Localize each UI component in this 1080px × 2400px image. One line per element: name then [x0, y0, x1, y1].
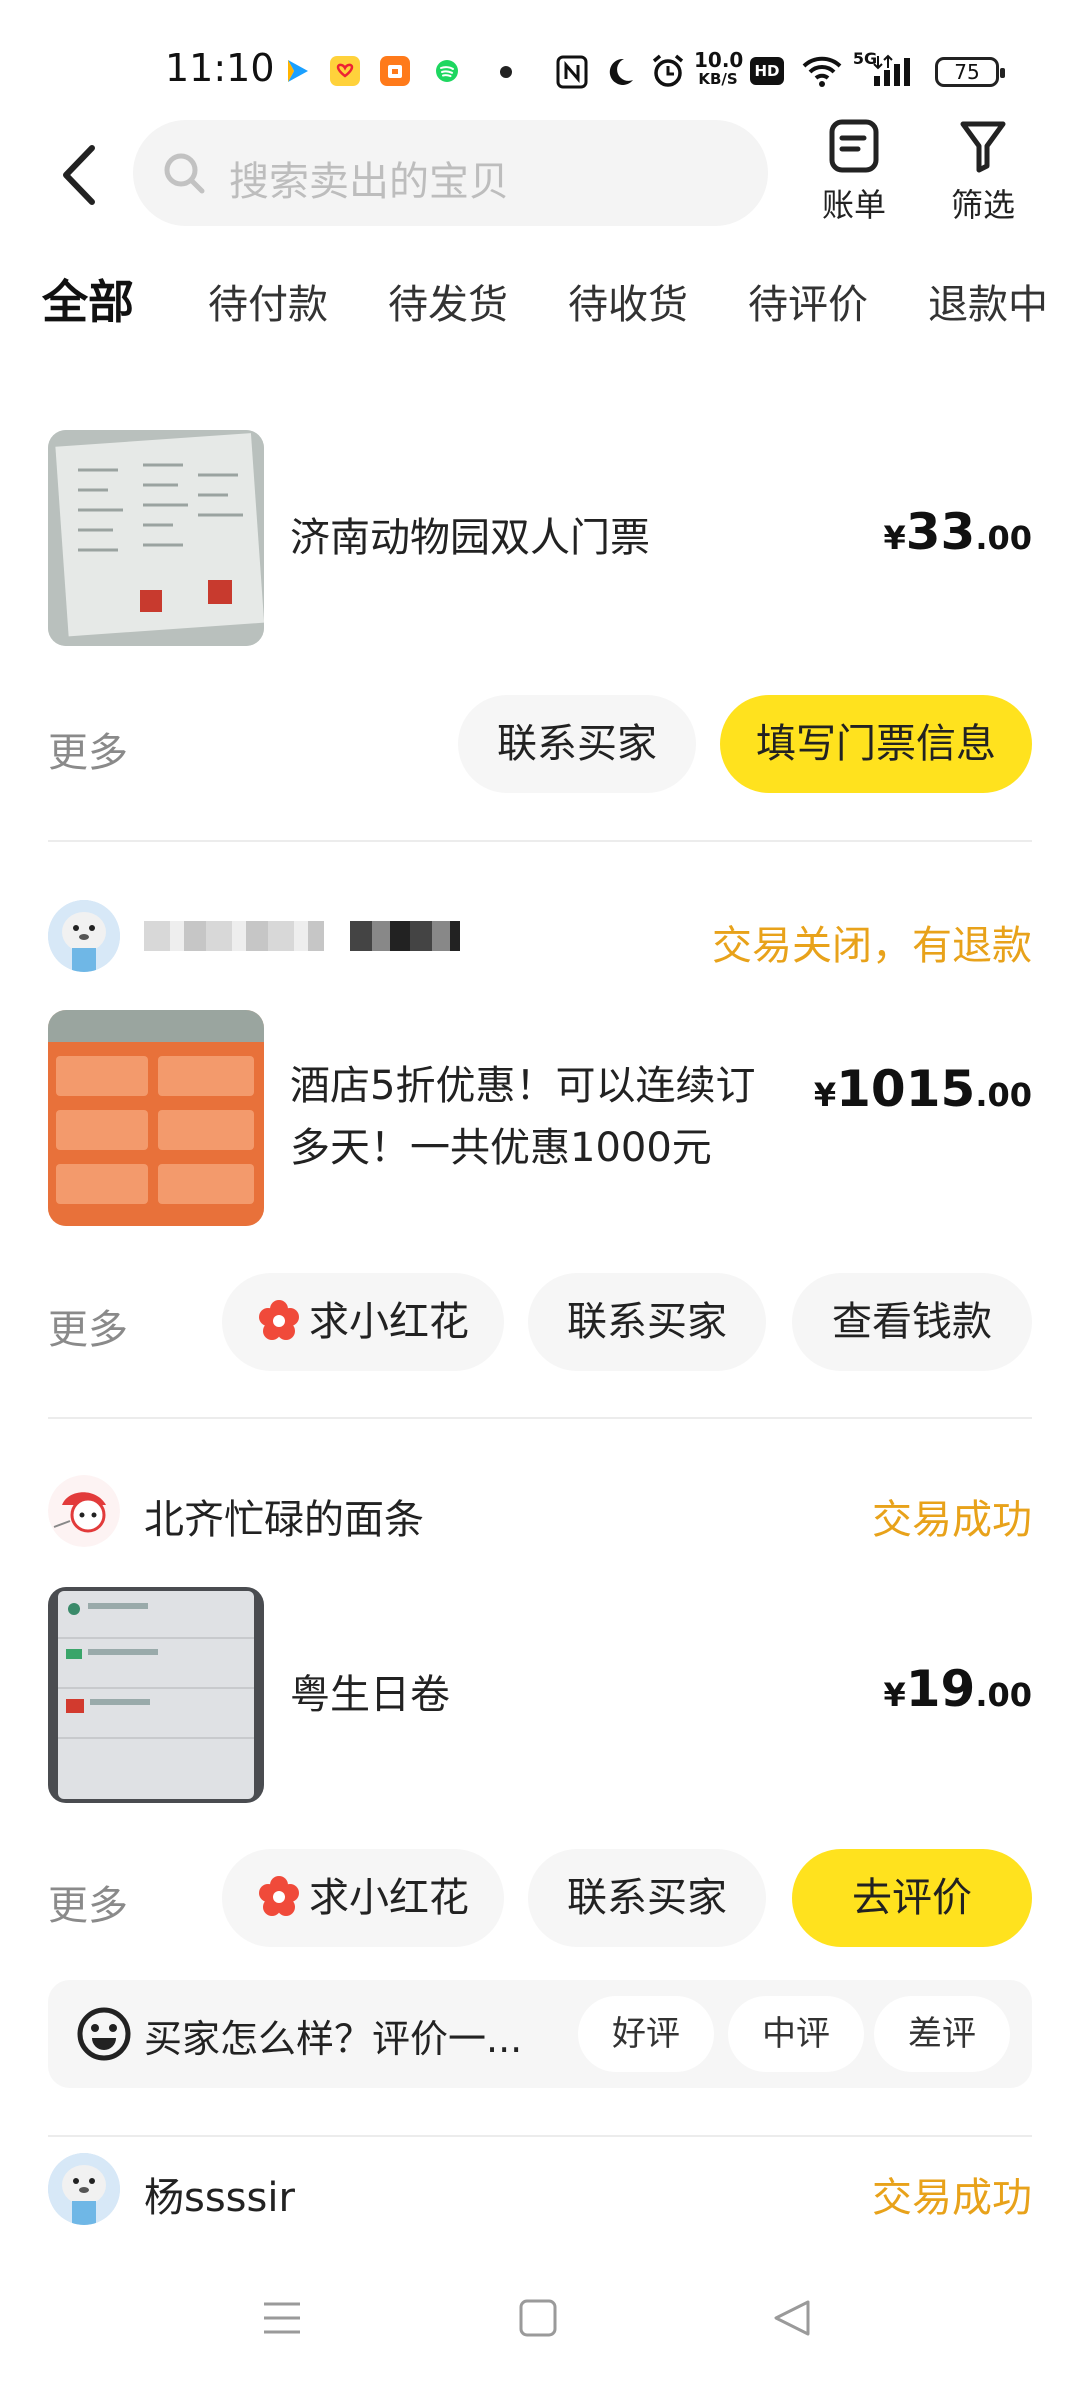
view-payment-button[interactable]: 查看钱款 [792, 1273, 1032, 1371]
price-integer: 1015 [836, 1060, 976, 1118]
product-title-line2[interactable]: 多天！一共优惠1000元 [290, 1117, 712, 1179]
contact-buyer-button[interactable]: 联系买家 [458, 695, 696, 793]
product-price: ¥19.00 [883, 1660, 1032, 1718]
request-flower-button[interactable]: 求小红花 [222, 1273, 504, 1371]
back-button[interactable] [56, 140, 104, 210]
product-image[interactable] [48, 1587, 264, 1803]
seller-name[interactable]: 北齐忙碌的面条 [144, 1487, 424, 1545]
product-image[interactable] [48, 1010, 264, 1226]
red-flower-icon [259, 1876, 299, 1916]
seller-name[interactable]: 杨ssssir [144, 2165, 295, 2223]
price-integer: 19 [905, 1660, 976, 1718]
filter-icon [960, 121, 1006, 173]
seller-avatar[interactable] [48, 900, 120, 972]
go-review-button[interactable]: 去评价 [792, 1849, 1032, 1947]
price-decimal: .00 [975, 1676, 1032, 1714]
request-flower-label: 求小红花 [309, 1299, 469, 1345]
price-symbol: ¥ [883, 1676, 906, 1714]
order-tabs: 全部 待付款 待发货 待收货 待评价 退款中 [0, 262, 1080, 342]
moon-icon [604, 55, 636, 93]
battery-indicator: 75 [935, 57, 1005, 87]
tab-pending-review[interactable]: 待评价 [748, 272, 868, 330]
happy-face-icon [77, 2007, 131, 2061]
tab-pending-shipment[interactable]: 待发货 [388, 272, 508, 330]
alarm-icon [650, 53, 686, 93]
rate-prompt: 买家怎么样？评价一... [144, 2017, 523, 2061]
product-price: ¥1015.00 [814, 1060, 1032, 1118]
status-bar: 11:10 10.0 KB/S HD 5G 75 [0, 0, 1080, 110]
price-symbol: ¥ [883, 519, 906, 557]
tab-refunding[interactable]: 退款中 [928, 272, 1048, 330]
order-list: 济南动物园双人门票 ¥33.00 更多 联系买家 填写门票信息 交易关闭，有退款… [0, 355, 1080, 2260]
divider [48, 2135, 1032, 2137]
app-notification-icon [330, 56, 360, 86]
bill-button[interactable]: 账单 [806, 118, 902, 226]
product-image[interactable] [48, 430, 264, 646]
app-notification-icon [282, 56, 312, 86]
request-flower-label: 求小红花 [309, 1875, 469, 1921]
status-time: 11:10 [165, 46, 275, 90]
signal-icon [872, 54, 922, 92]
order-status: 交易关闭，有退款 [712, 923, 1032, 969]
contact-buyer-button[interactable]: 联系买家 [528, 1273, 766, 1371]
net-speed-value: 10.0 [694, 48, 744, 72]
price-symbol: ¥ [813, 1076, 837, 1114]
price-decimal: .00 [975, 1076, 1032, 1114]
app-notification-icon [380, 56, 410, 86]
seller-avatar[interactable] [48, 1475, 120, 1547]
seller-name-blurred [144, 921, 324, 951]
tab-pending-payment[interactable]: 待付款 [208, 272, 328, 330]
order-status: 交易成功 [872, 1497, 1032, 1543]
tab-pending-receipt[interactable]: 待收货 [568, 272, 688, 330]
hd-badge: HD [750, 57, 784, 85]
price-decimal: .00 [975, 519, 1032, 557]
seller-avatar[interactable] [48, 2153, 120, 2225]
product-title-line1[interactable]: 酒店5折优惠！可以连续订 [290, 1055, 755, 1117]
more-link[interactable]: 更多 [48, 1297, 128, 1355]
filter-label: 筛选 [950, 186, 1015, 224]
hd-label: HD [754, 62, 780, 80]
search-icon [161, 150, 207, 196]
order-status: 交易成功 [872, 2175, 1032, 2221]
app-notification-icon [432, 56, 462, 86]
red-flower-icon [259, 1300, 299, 1340]
home-icon[interactable] [518, 2298, 558, 2342]
product-title[interactable]: 济南动物园双人门票 [290, 507, 650, 569]
divider [48, 840, 1032, 842]
product-title[interactable]: 粤生日卷 [290, 1664, 450, 1726]
search-bar[interactable]: 搜索卖出的宝贝 [133, 120, 768, 226]
product-price: ¥33.00 [883, 503, 1032, 561]
rate-good-button[interactable]: 好评 [578, 1996, 714, 2072]
more-link[interactable]: 更多 [48, 720, 128, 778]
rate-buyer-bar: 买家怎么样？评价一... 好评 中评 差评 [48, 1980, 1032, 2088]
notification-dot [500, 66, 512, 78]
system-nav-bar [0, 2262, 1080, 2400]
search-placeholder: 搜索卖出的宝贝 [229, 159, 509, 205]
more-link[interactable]: 更多 [48, 1873, 128, 1931]
filter-button[interactable]: 筛选 [935, 118, 1031, 226]
nfc-icon [556, 55, 588, 93]
seller-name-blurred [350, 921, 460, 951]
divider [48, 1417, 1032, 1419]
rate-bad-button[interactable]: 差评 [874, 1996, 1010, 2072]
menu-icon[interactable] [262, 2298, 302, 2342]
price-integer: 33 [905, 503, 976, 561]
back-nav-icon[interactable] [770, 2296, 814, 2344]
net-speed-unit: KB/S [698, 70, 738, 88]
contact-buyer-button[interactable]: 联系买家 [528, 1849, 766, 1947]
tab-all[interactable]: 全部 [36, 266, 140, 332]
wifi-icon [800, 52, 844, 92]
request-flower-button[interactable]: 求小红花 [222, 1849, 504, 1947]
fill-ticket-info-button[interactable]: 填写门票信息 [720, 695, 1032, 793]
bill-label: 账单 [821, 186, 886, 224]
bill-icon [829, 119, 879, 173]
rate-neutral-button[interactable]: 中评 [728, 1996, 864, 2072]
